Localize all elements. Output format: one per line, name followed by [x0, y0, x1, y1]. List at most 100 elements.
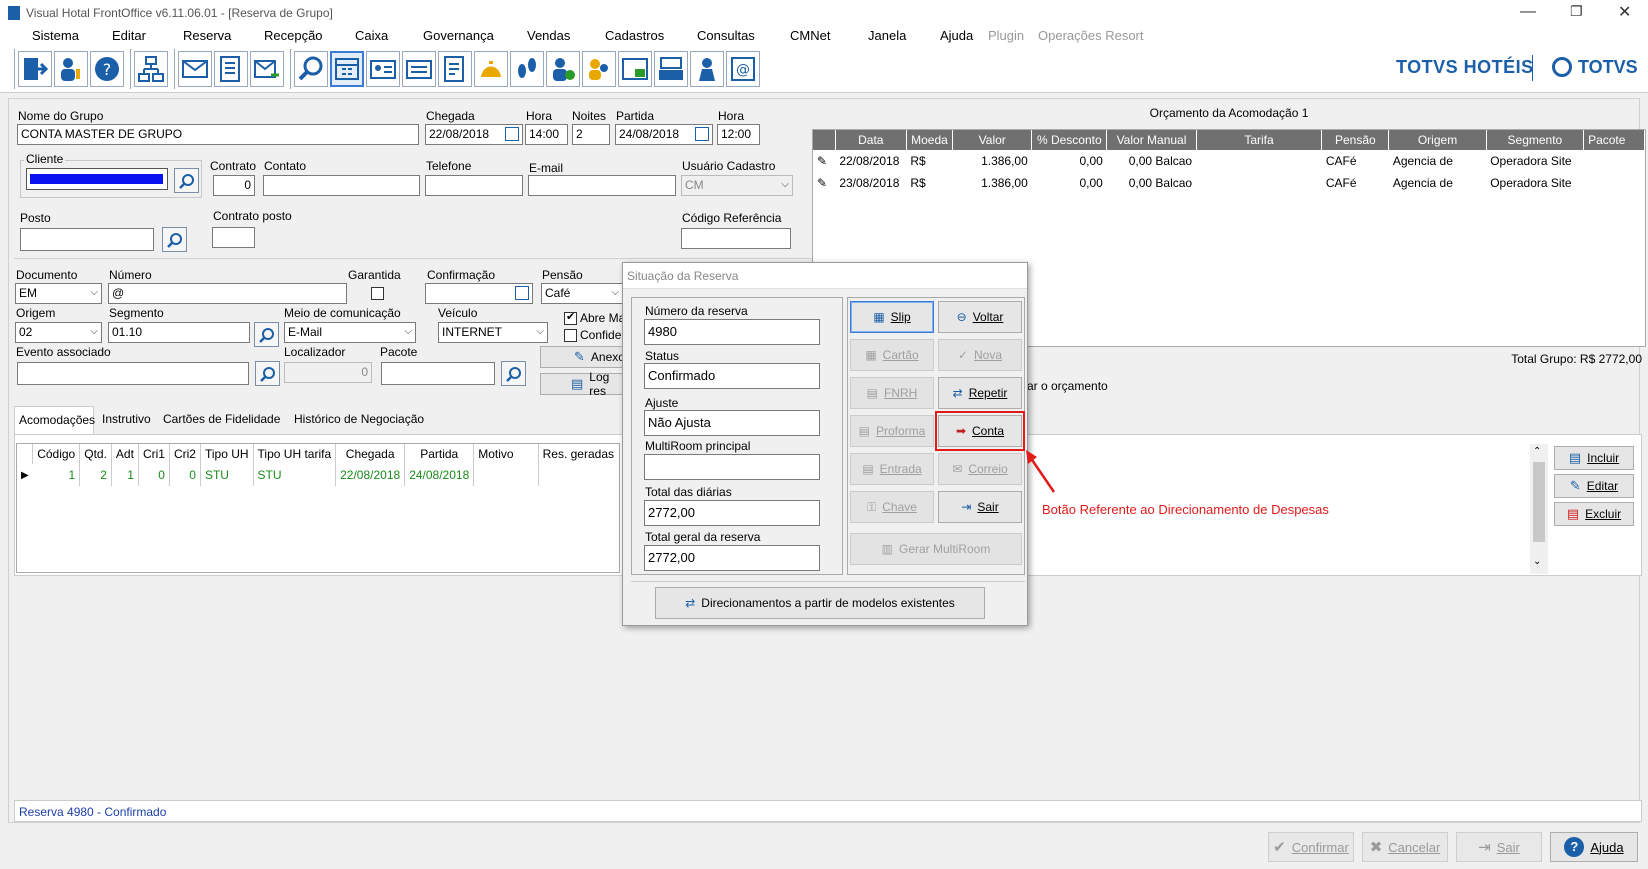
room-card-icon[interactable]	[402, 51, 436, 87]
users-group-icon[interactable]	[582, 51, 616, 87]
gerar-multiroom-button[interactable]: ▥ Gerar MultiRoom	[850, 533, 1022, 565]
edit-icon[interactable]: ✎	[813, 150, 835, 172]
voltar-button[interactable]: ⊖ Voltar	[938, 301, 1022, 333]
calendar-icon[interactable]	[515, 286, 529, 300]
help-icon[interactable]: ?	[90, 51, 124, 87]
col-adt[interactable]: Adt	[111, 444, 139, 464]
scrollbar[interactable]: ⌃ ⌄	[1530, 444, 1548, 574]
bell-icon[interactable]	[474, 51, 508, 87]
tab-instrutivo[interactable]: Instrutivo	[98, 406, 155, 434]
contrato-input[interactable]: 0	[213, 175, 255, 196]
col-pensao[interactable]: Pensão	[1321, 130, 1390, 150]
confidencial-checkbox[interactable]	[564, 329, 577, 342]
menu-editar[interactable]: Editar	[112, 28, 146, 43]
menu-consultas[interactable]: Consultas	[697, 28, 755, 43]
col-cri1[interactable]: Cri1	[138, 444, 170, 464]
restore-icon[interactable]: ❐	[1570, 3, 1583, 20]
sair-button[interactable]: ⇥ Sair	[938, 491, 1022, 523]
col-qtd[interactable]: Qtd.	[79, 444, 112, 464]
correio-button[interactable]: ✉ Correio	[938, 453, 1022, 485]
anexo-button[interactable]: ✎ Anexo	[540, 346, 626, 368]
menu-plugin[interactable]: Plugin	[988, 28, 1024, 43]
chevron-down-icon[interactable]: ⌄	[1533, 556, 1541, 567]
pacote-search-button[interactable]	[501, 361, 526, 386]
minimize-icon[interactable]: —	[1520, 3, 1536, 21]
calendar-icon[interactable]	[330, 51, 364, 87]
col-valor[interactable]: Valor	[952, 130, 1033, 150]
ajuda-button[interactable]: ? Ajuda	[1550, 832, 1638, 862]
menu-governanca[interactable]: Governança	[423, 28, 494, 43]
menu-cadastros[interactable]: Cadastros	[605, 28, 664, 43]
usuario-cadastro-select[interactable]: CM ⌵	[681, 175, 793, 196]
menu-vendas[interactable]: Vendas	[527, 28, 570, 43]
excluir-button[interactable]: ▤ Excluir	[1554, 502, 1634, 526]
chave-button[interactable]: ⚿ Chave	[850, 491, 934, 523]
calculator-icon[interactable]	[214, 51, 248, 87]
col-partida[interactable]: Partida	[404, 444, 475, 464]
col-data[interactable]: Data	[835, 130, 907, 150]
checklist-icon[interactable]	[438, 51, 472, 87]
origem-select[interactable]: 02 ⌵	[15, 322, 102, 343]
col-codigo[interactable]: Código	[32, 444, 81, 464]
exit-icon[interactable]	[18, 51, 52, 87]
numero-input[interactable]: @	[108, 283, 347, 304]
col-chegada[interactable]: Chegada	[335, 444, 406, 464]
edit-icon[interactable]: ✎	[813, 172, 835, 194]
posto-input[interactable]	[20, 228, 154, 251]
cashier-icon[interactable]	[654, 51, 688, 87]
guest-card-icon[interactable]	[366, 51, 400, 87]
nova-button[interactable]: ✓ Nova	[938, 339, 1022, 371]
menu-operacoes-resort[interactable]: Operações Resort	[1038, 28, 1144, 43]
chevron-up-icon[interactable]: ⌃	[1533, 446, 1541, 457]
entrada-button[interactable]: ▤ Entrada	[850, 453, 934, 485]
tab-cartoes-fidelidade[interactable]: Cartões de Fidelidade	[159, 406, 284, 434]
calendar-icon[interactable]	[695, 127, 709, 141]
hora-partida-input[interactable]: 12:00	[717, 124, 760, 145]
scrollbar-thumb[interactable]	[1533, 462, 1545, 542]
menu-caixa[interactable]: Caixa	[355, 28, 388, 43]
noites-input[interactable]: 2	[572, 124, 610, 145]
table-row[interactable]: ✎ 23/08/2018 R$ 1.386,00 0,00 0,00 Balca…	[813, 172, 1645, 194]
user-key-icon[interactable]	[54, 51, 88, 87]
segmento-search-button[interactable]	[254, 322, 279, 347]
nome-grupo-input[interactable]: CONTA MASTER DE GRUPO	[17, 124, 419, 145]
housekeeper-icon[interactable]	[690, 51, 724, 87]
col-desconto[interactable]: % Desconto	[1031, 130, 1108, 150]
org-chart-icon[interactable]	[134, 51, 168, 87]
col-tarifa[interactable]: Tarifa	[1196, 130, 1323, 150]
tab-acomodacoes[interactable]: Acomodações	[14, 406, 95, 434]
abre-checkbox[interactable]	[564, 310, 577, 325]
slip-button[interactable]: ▦ Slip	[850, 301, 934, 333]
evento-associado-input[interactable]	[17, 362, 249, 385]
col-tipo-uh[interactable]: Tipo UH	[200, 444, 254, 464]
col-origem[interactable]: Origem	[1388, 130, 1487, 150]
mail-icon[interactable]	[178, 51, 212, 87]
col-cri2[interactable]: Cri2	[169, 444, 201, 464]
pensao-select[interactable]: Café ⌵	[541, 283, 623, 304]
menu-janela[interactable]: Janela	[868, 28, 906, 43]
direcionamentos-button[interactable]: ⇄ Direcionamentos a partir de modelos exi…	[655, 587, 985, 619]
contrato-posto-input[interactable]	[212, 227, 255, 248]
col-res-geradas[interactable]: Res. geradas	[538, 444, 620, 464]
pacote-input[interactable]	[381, 362, 495, 385]
email-at-icon[interactable]: @	[726, 51, 760, 87]
menu-ajuda[interactable]: Ajuda	[940, 28, 973, 43]
close-icon[interactable]: ✕	[1618, 2, 1631, 22]
cash-register-icon[interactable]	[618, 51, 652, 87]
fnrh-button[interactable]: ▤ FNRH	[850, 377, 934, 409]
chegada-input[interactable]: 22/08/2018	[425, 124, 523, 145]
cancelar-button[interactable]: ✖ Cancelar	[1362, 832, 1448, 862]
menu-cmnet[interactable]: CMNet	[790, 28, 830, 43]
confirmacao-input[interactable]	[425, 283, 533, 304]
contato-input[interactable]	[263, 175, 420, 196]
email-input[interactable]	[528, 175, 676, 196]
codigo-referencia-input[interactable]	[681, 228, 791, 249]
documento-select[interactable]: EM ⌵	[15, 283, 102, 304]
table-row[interactable]: ▶ 1 2 1 0 0 STU STU 22/08/2018 24/08/201…	[17, 464, 619, 486]
footprints-icon[interactable]	[510, 51, 544, 87]
cliente-input[interactable]	[26, 168, 168, 190]
proforma-button[interactable]: ▤ Proforma	[850, 415, 934, 447]
evento-search-button[interactable]	[255, 361, 280, 386]
meio-comunicacao-select[interactable]: E-Mail ⌵	[284, 322, 416, 343]
search-icon[interactable]	[294, 51, 328, 87]
